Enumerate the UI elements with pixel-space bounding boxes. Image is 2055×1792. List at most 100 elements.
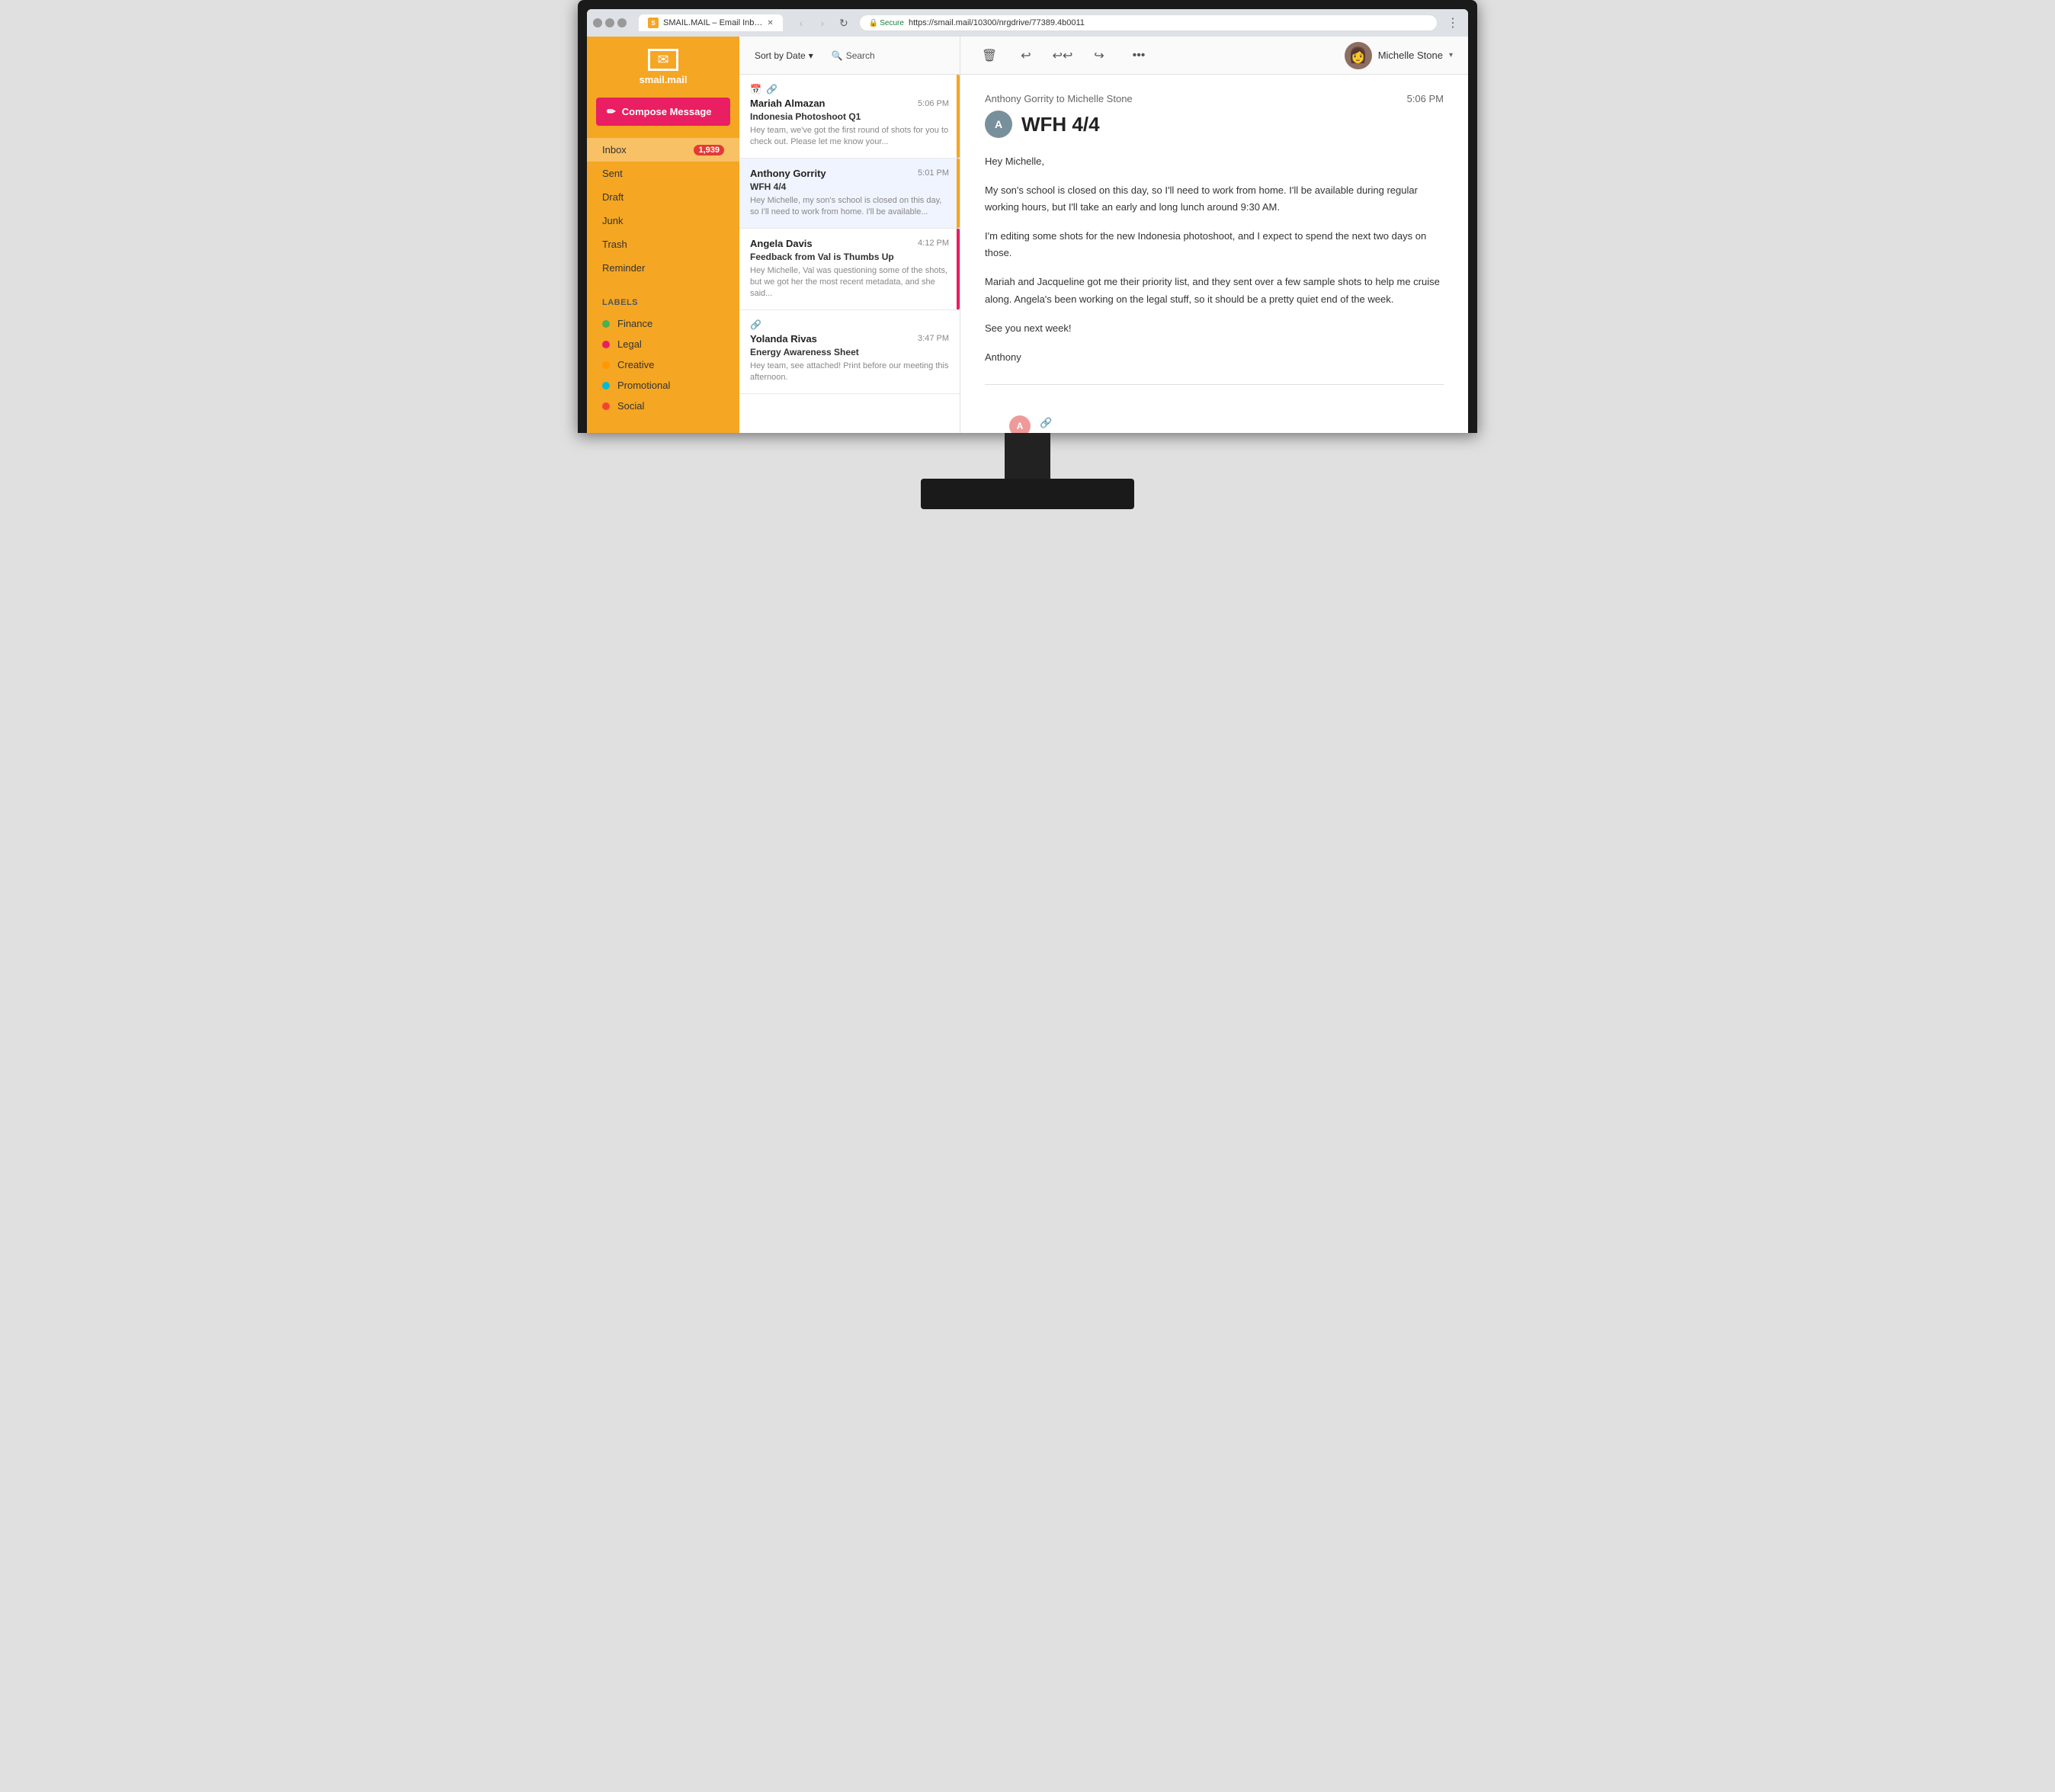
- body-p1: Hey Michelle,: [985, 153, 1444, 170]
- search-icon: 🔍: [832, 50, 843, 61]
- reply-avatar: A: [1009, 415, 1031, 433]
- email-time-4: 3:47 PM: [918, 334, 949, 343]
- email-priority-2: [957, 159, 960, 228]
- maximize-button[interactable]: [605, 18, 614, 27]
- logo-icon: [648, 49, 678, 71]
- email-preview-4: Hey team, see attached! Print before our…: [750, 361, 949, 384]
- email-meta-row: Anthony Gorrity to Michelle Stone 5:06 P…: [985, 93, 1444, 104]
- labels-section: Labels Finance Legal Creative: [587, 292, 739, 419]
- label-item-promotional[interactable]: Promotional: [602, 375, 724, 396]
- email-from-to: Anthony Gorrity to Michelle Stone: [985, 93, 1133, 104]
- sidebar-item-inbox[interactable]: Inbox 1,939: [587, 138, 739, 162]
- label-item-creative[interactable]: Creative: [602, 354, 724, 375]
- email-subject-4: Energy Awareness Sheet: [750, 347, 949, 357]
- forward-button[interactable]: ↪: [1085, 42, 1113, 69]
- label-dot-social: [602, 402, 610, 410]
- app-container: smail.mail ✏ Compose Message Inbox 1,939…: [587, 37, 1468, 433]
- sidebar-item-reminder[interactable]: Reminder: [587, 256, 739, 280]
- monitor-bezel: S SMAIL.MAIL – Email Inb… ✕ ‹ › ↻ 🔒 Secu…: [578, 0, 1477, 433]
- label-name-social: Social: [617, 400, 644, 412]
- sort-arrow-icon: ▾: [809, 50, 813, 61]
- browser-titlebar: S SMAIL.MAIL – Email Inb… ✕ ‹ › ↻ 🔒 Secu…: [587, 9, 1468, 37]
- label-dot-creative: [602, 361, 610, 369]
- sidebar-item-sent[interactable]: Sent: [587, 162, 739, 185]
- email-subject-heading: A WFH 4/4: [985, 111, 1444, 138]
- back-button[interactable]: ‹: [792, 14, 810, 32]
- calendar-icon: 📅: [750, 84, 761, 95]
- email-card-4[interactable]: 🔗 Yolanda Rivas 3:47 PM Energy Awareness…: [739, 310, 960, 394]
- email-subject-2: WFH 4/4: [750, 181, 949, 192]
- email-sender-1: Mariah Almazan: [750, 98, 826, 109]
- user-dropdown-icon[interactable]: ▾: [1449, 51, 1453, 59]
- email-card-1[interactable]: 📅 🔗 Mariah Almazan 5:06 PM Indonesia Pho…: [739, 75, 960, 159]
- email-subject-1: Indonesia Photoshoot Q1: [750, 111, 949, 122]
- sidebar-item-junk[interactable]: Junk: [587, 209, 739, 232]
- tab-close-icon[interactable]: ✕: [767, 19, 773, 27]
- email-priority-3: [957, 229, 960, 309]
- body-p2: My son's school is closed on this day, s…: [985, 182, 1444, 216]
- sidebar-item-draft[interactable]: Draft: [587, 185, 739, 209]
- email-card-3[interactable]: Angela Davis 4:12 PM Feedback from Val i…: [739, 229, 960, 310]
- monitor-stand-base: [921, 479, 1134, 509]
- label-item-social[interactable]: Social: [602, 396, 724, 416]
- email-preview-3: Hey Michelle, Val was questioning some o…: [750, 265, 949, 300]
- email-list-toolbar: Sort by Date ▾ 🔍 Search: [739, 37, 960, 75]
- email-view-toolbar: 🗑 ↩ ↩↩ ↪ ••• 👩 Michelle Stone ▾: [960, 37, 1468, 75]
- reply-button[interactable]: ↩: [1012, 42, 1040, 69]
- avatar: 👩: [1345, 42, 1372, 69]
- logo-area: smail.mail: [587, 37, 739, 98]
- email-card-2[interactable]: Anthony Gorrity 5:01 PM WFH 4/4 Hey Mich…: [739, 159, 960, 229]
- email-body: Hey Michelle, My son's school is closed …: [985, 153, 1444, 366]
- logo-text: smail.mail: [640, 74, 688, 85]
- email-content: Anthony Gorrity to Michelle Stone 5:06 P…: [960, 75, 1468, 433]
- email-sender-2: Anthony Gorrity: [750, 168, 826, 179]
- more-options-button[interactable]: •••: [1125, 42, 1153, 69]
- sidebar-item-trash[interactable]: Trash: [587, 232, 739, 256]
- reply-area: A 🔗 Hey Anthony, Family first! Make sure…: [985, 403, 1444, 433]
- sidebar-item-reminder-label: Reminder: [602, 262, 645, 274]
- monitor: S SMAIL.MAIL – Email Inb… ✕ ‹ › ↻ 🔒 Secu…: [0, 0, 2055, 509]
- minimize-button[interactable]: [593, 18, 602, 27]
- compose-icon: ✏: [607, 105, 616, 118]
- label-item-finance[interactable]: Finance: [602, 313, 724, 334]
- address-bar[interactable]: 🔒 Secure https://smail.mail/10300/nrgdri…: [859, 14, 1438, 31]
- sidebar-item-sent-label: Sent: [602, 168, 623, 179]
- email-subject-3: Feedback from Val is Thumbs Up: [750, 252, 949, 262]
- compose-button[interactable]: ✏ Compose Message: [596, 98, 730, 126]
- email-header-4: Yolanda Rivas 3:47 PM: [750, 333, 949, 345]
- label-dot-legal: [602, 341, 610, 348]
- body-p5: See you next week!: [985, 320, 1444, 337]
- sidebar-item-junk-label: Junk: [602, 215, 623, 226]
- sender-initial: A: [995, 118, 1002, 130]
- reply-all-button[interactable]: ↩↩: [1049, 42, 1076, 69]
- subject-text: WFH 4/4: [1021, 113, 1100, 136]
- email-preview-2: Hey Michelle, my son's school is closed …: [750, 195, 949, 219]
- body-p6: Anthony: [985, 349, 1444, 366]
- label-dot-promotional: [602, 382, 610, 389]
- tab-favicon: S: [648, 18, 659, 28]
- forward-button[interactable]: ›: [813, 14, 832, 32]
- reply-icons: 🔗: [1040, 417, 1052, 429]
- email-sender-4: Yolanda Rivas: [750, 333, 817, 345]
- address-url: https://smail.mail/10300/nrgdrive/77389.…: [909, 18, 1085, 27]
- email-time-3: 4:12 PM: [918, 239, 949, 248]
- reply-meta: A 🔗: [1009, 415, 1419, 433]
- avatar-image: 👩: [1348, 46, 1367, 65]
- sort-button[interactable]: Sort by Date ▾: [749, 47, 819, 64]
- email-list-panel: Sort by Date ▾ 🔍 Search 📅: [739, 37, 960, 433]
- email-sender-3: Angela Davis: [750, 238, 813, 249]
- reload-button[interactable]: ↻: [835, 14, 853, 32]
- label-item-legal[interactable]: Legal: [602, 334, 724, 354]
- browser-menu-button[interactable]: ⋮: [1444, 14, 1462, 32]
- close-button[interactable]: [617, 18, 627, 27]
- email-view: 🗑 ↩ ↩↩ ↪ ••• 👩 Michelle Stone ▾: [960, 37, 1468, 433]
- delete-button[interactable]: 🗑: [976, 42, 1003, 69]
- sidebar-item-draft-label: Draft: [602, 191, 624, 203]
- email-list: 📅 🔗 Mariah Almazan 5:06 PM Indonesia Pho…: [739, 75, 960, 433]
- browser-tab[interactable]: S SMAIL.MAIL – Email Inb… ✕: [639, 14, 783, 31]
- body-p4: Mariah and Jacqueline got me their prior…: [985, 274, 1444, 307]
- label-name-creative: Creative: [617, 359, 654, 370]
- body-p3: I'm editing some shots for the new Indon…: [985, 228, 1444, 261]
- search-button[interactable]: 🔍 Search: [826, 47, 881, 64]
- sort-label: Sort by Date: [755, 50, 806, 61]
